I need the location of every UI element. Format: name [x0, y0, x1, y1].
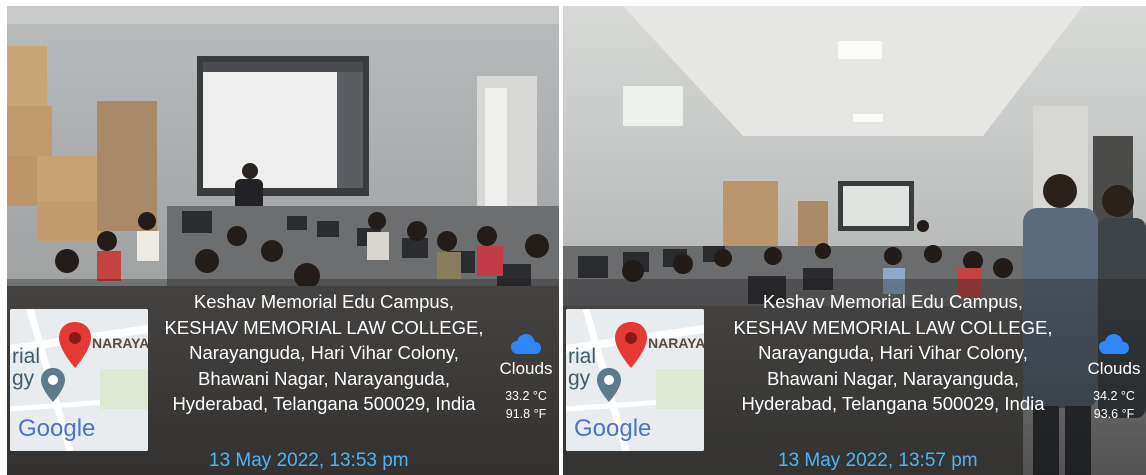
temperature-celsius: 33.2 °C: [505, 389, 547, 403]
place-pin-icon: [41, 368, 65, 402]
weather-condition: Clouds: [499, 359, 553, 378]
place-pin-icon: [597, 368, 621, 402]
timestamp: 13 May 2022, 13:57 pm: [778, 450, 978, 471]
temperature-celsius: 34.2 °C: [1093, 389, 1135, 403]
map-label-left-2: gy: [12, 367, 35, 390]
location-pin-icon: [615, 322, 647, 368]
google-logo: Google: [18, 415, 96, 442]
temperature-fahrenheit: 93.6 °F: [1093, 407, 1135, 421]
google-logo: Google: [574, 415, 652, 442]
address-block: Keshav Memorial Edu Campus, KESHAV MEMOR…: [713, 289, 1073, 417]
classroom-photo-1: NARAYA rial gy Google Keshav Memorial Ed…: [7, 6, 559, 475]
map-label-left-2: gy: [568, 367, 591, 390]
address-line: Bhawani Nagar, Narayanguda,: [767, 367, 1019, 389]
address-line: KESHAV MEMORIAL LAW COLLEGE,: [733, 316, 1053, 338]
map-label-top: NARAYA: [648, 335, 704, 351]
address-line: Keshav Memorial Edu Campus,: [762, 291, 1024, 312]
location-pin-icon: [59, 322, 91, 368]
map-label-left-1: rial: [12, 345, 41, 368]
address-line: Narayanguda, Hari Vihar Colony,: [189, 342, 459, 363]
address-line: Bhawani Nagar, Narayanguda,: [198, 367, 450, 389]
weather-widget: Clouds 33.2 °C 91.8 °F: [495, 333, 557, 423]
cloud-icon: [511, 334, 541, 354]
cloud-icon: [1099, 334, 1129, 354]
address-line: Hyderabad, Telangana 500029, India: [741, 393, 1045, 414]
classroom-photo-2: NARAYA rial gy Google Keshav Memorial Ed…: [563, 6, 1146, 475]
address-block: Keshav Memorial Edu Campus, KESHAV MEMOR…: [154, 289, 494, 417]
address-line: Keshav Memorial Edu Campus,: [193, 291, 455, 312]
location-map: NARAYA rial gy Google: [10, 309, 148, 451]
map-label-left-1: rial: [568, 345, 597, 368]
weather-widget: Clouds 34.2 °C 93.6 °F: [1083, 333, 1145, 423]
address-line: Hyderabad, Telangana 500029, India: [172, 393, 476, 414]
timestamp: 13 May 2022, 13:53 pm: [209, 450, 409, 471]
location-map: NARAYA rial gy Google: [566, 309, 704, 451]
weather-condition: Clouds: [1087, 359, 1141, 378]
map-label-top: NARAYA: [92, 335, 148, 351]
temperature-fahrenheit: 91.8 °F: [505, 407, 547, 421]
address-line: KESHAV MEMORIAL LAW COLLEGE,: [164, 316, 484, 338]
address-line: Narayanguda, Hari Vihar Colony,: [758, 342, 1028, 363]
